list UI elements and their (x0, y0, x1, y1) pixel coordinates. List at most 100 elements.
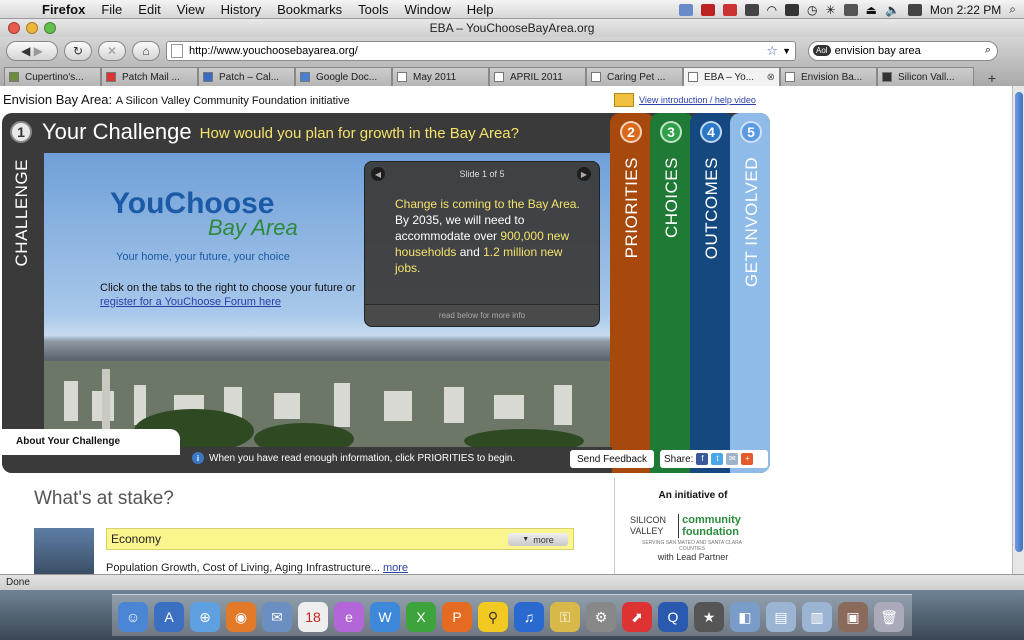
stop-button[interactable]: ✕ (98, 40, 126, 61)
send-feedback-button[interactable]: Send Feedback (570, 450, 654, 468)
menu-file[interactable]: File (93, 2, 130, 17)
clock-icon[interactable]: ◷ (807, 3, 817, 17)
entourage-icon[interactable]: e (334, 602, 364, 632)
dropbox-icon[interactable] (678, 3, 693, 16)
reload-button[interactable]: ↻ (64, 40, 92, 61)
zoom-window-icon[interactable] (44, 22, 56, 34)
search-engine-icon[interactable]: Aol (813, 45, 831, 56)
forward-arrow-icon[interactable]: ▶ (34, 44, 43, 58)
menu-edit[interactable]: Edit (130, 2, 168, 17)
clock-text[interactable]: Mon 2:22 PM (930, 3, 1001, 17)
bookmark-star-icon[interactable]: ☆ (766, 43, 778, 59)
mail-icon[interactable]: ✉ (262, 602, 292, 632)
firefox-icon[interactable]: ◉ (226, 602, 256, 632)
imovie-star-icon[interactable]: ★ (694, 602, 724, 632)
acrobat-icon[interactable]: ⬈ (622, 602, 652, 632)
twitter-icon[interactable]: t (711, 453, 724, 465)
menu-help[interactable]: Help (459, 2, 502, 17)
menu-view[interactable]: View (169, 2, 213, 17)
url-input[interactable] (189, 44, 767, 57)
preview-icon[interactable]: ◧ (730, 602, 760, 632)
word-icon[interactable]: W (370, 602, 400, 632)
tab-close-icon[interactable]: ⊗ (767, 72, 775, 83)
menu-bookmarks[interactable]: Bookmarks (269, 2, 350, 17)
tab-envision-bay[interactable]: Envision Ba... (780, 67, 877, 86)
menu-window[interactable]: Window (397, 2, 459, 17)
tab-patch-mail[interactable]: Patch Mail ... (101, 67, 198, 86)
powerpoint-icon[interactable]: P (442, 602, 472, 632)
outcomes-number: 4 (700, 121, 722, 143)
menu-tools[interactable]: Tools (350, 2, 396, 17)
svcf-logo[interactable]: SILICON VALLEY community foundation SERV… (630, 514, 754, 552)
url-bar[interactable]: ☆ ▼ (166, 40, 796, 61)
battery-icon[interactable] (907, 3, 922, 16)
excel-icon[interactable]: X (406, 602, 436, 632)
app-store-icon[interactable]: A (154, 602, 184, 632)
scrollbar-thumb[interactable] (1015, 92, 1023, 552)
display-icon[interactable] (785, 3, 800, 16)
tab-silicon-valley[interactable]: Silicon Vall... (877, 67, 974, 86)
side-tab-outcomes[interactable]: 4 OUTCOMES (690, 113, 734, 473)
back-arrow-icon[interactable]: ◀ (21, 44, 30, 58)
side-tab-priorities[interactable]: 2 PRIORITIES (610, 113, 654, 473)
tab-eba-active[interactable]: EBA – Yo... ⊗ (683, 67, 780, 86)
system-preferences-icon[interactable]: ⚙ (586, 602, 616, 632)
search-bar[interactable]: Aol ⌕ (808, 40, 998, 61)
tab-google-docs[interactable]: Google Doc... (295, 67, 392, 86)
eject-icon[interactable]: ⏏ (866, 3, 877, 17)
back-forward-buttons[interactable]: ◀ ▶ (6, 40, 58, 61)
slide-next-icon[interactable]: ▶ (577, 167, 591, 181)
economy-more-button[interactable]: ▼ more (508, 533, 568, 546)
tab-may-2011[interactable]: May 2011 (392, 67, 489, 86)
safari-icon[interactable]: ⊕ (190, 602, 220, 632)
challenge-side-label[interactable]: CHALLENGE (12, 159, 32, 266)
search-input[interactable] (834, 44, 985, 57)
downloads-stack-icon[interactable]: ▣ (838, 602, 868, 632)
bluetooth-icon[interactable]: ✳ (826, 3, 836, 17)
ical-icon[interactable]: 18 (298, 602, 328, 632)
close-window-icon[interactable] (8, 22, 20, 34)
facebook-icon[interactable]: f (696, 453, 709, 465)
intro-link-text[interactable]: View introduction / help video (639, 95, 756, 105)
new-tab-plus-icon[interactable]: + (982, 70, 1002, 86)
finder-icon[interactable]: ☺ (118, 602, 148, 632)
economy-section-bar[interactable]: Economy (106, 528, 574, 550)
trash-icon[interactable]: 🗑 (874, 602, 904, 632)
tab-april-2011[interactable]: APRIL 2011 (489, 67, 586, 86)
wifi-icon[interactable]: ◠ (767, 3, 777, 17)
adobe-icon[interactable] (700, 3, 715, 16)
economy-desc-more-link[interactable]: more (383, 562, 408, 574)
tab-caring-pet[interactable]: Caring Pet ... (586, 67, 683, 86)
page-scrollbar[interactable] (1012, 86, 1024, 574)
tab-cupertino[interactable]: Cupertino's... (4, 67, 101, 86)
menu-history[interactable]: History (213, 2, 269, 17)
about-challenge-tab[interactable]: About Your Challenge (2, 429, 180, 455)
url-dropdown-icon[interactable]: ▼ (782, 46, 791, 56)
documents-folder-icon[interactable]: ▥ (802, 602, 832, 632)
intro-video-link[interactable]: View introduction / help video (614, 93, 756, 107)
tab-label: Envision Ba... (801, 71, 863, 83)
applications-folder-icon[interactable]: ▤ (766, 602, 796, 632)
tab-patch-calendar[interactable]: Patch – Cal... (198, 67, 295, 86)
monitor-icon[interactable] (744, 3, 759, 16)
home-button[interactable]: ⌂ (132, 40, 160, 61)
quicktime-icon[interactable]: Q (658, 602, 688, 632)
forum-register-link[interactable]: register for a YouChoose Forum here (100, 296, 281, 308)
step-title: Your Challenge (42, 119, 192, 144)
menu-app-firefox[interactable]: Firefox (34, 2, 93, 17)
side-tab-choices[interactable]: 3 CHOICES (650, 113, 694, 473)
video-icon[interactable] (614, 93, 634, 107)
search-icon[interactable]: ⌕ (985, 44, 991, 57)
page-content: Envision Bay Area: A Silicon Valley Comm… (0, 86, 1012, 574)
volume-icon[interactable]: 🔈 (885, 3, 900, 17)
share-plus-icon[interactable]: + (741, 453, 754, 465)
itunes-icon[interactable]: ♫ (514, 602, 544, 632)
email-icon[interactable]: ✉ (726, 453, 739, 465)
sync-icon[interactable] (843, 3, 858, 16)
side-tab-get-involved[interactable]: 5 GET INVOLVED (730, 113, 770, 473)
keychain-icon[interactable]: ⚿ (550, 602, 580, 632)
aim-icon[interactable]: ⚲ (478, 602, 508, 632)
minimize-window-icon[interactable] (26, 22, 38, 34)
shield-icon[interactable] (722, 3, 737, 16)
spotlight-icon[interactable]: ⌕ (1009, 2, 1016, 17)
